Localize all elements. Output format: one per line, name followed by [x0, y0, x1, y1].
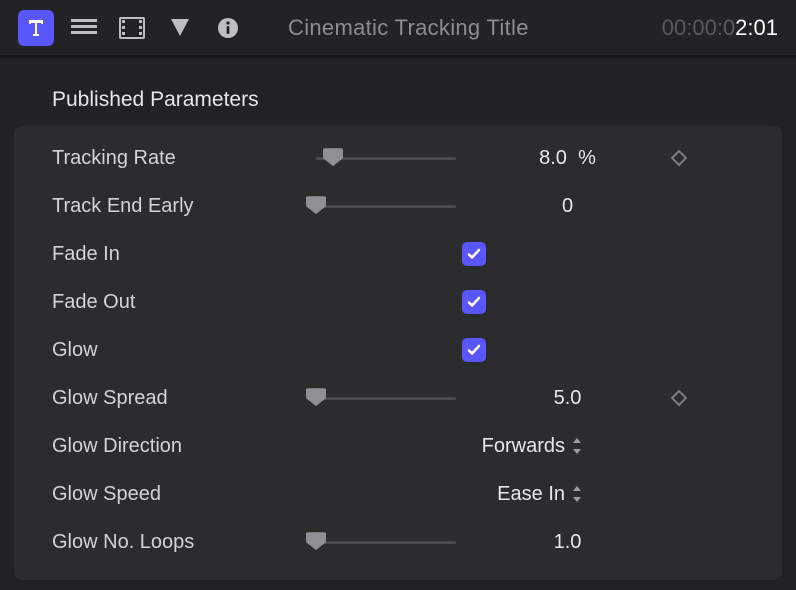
text-tab-icon [24, 16, 48, 40]
row-track-end-early: Track End Early 0 [52, 182, 756, 230]
info-tab-icon [216, 16, 240, 40]
slider-glow-loops[interactable] [316, 541, 476, 544]
paragraph-tab-icon [71, 18, 97, 38]
timecode: 00:00:02:01 [662, 15, 778, 41]
select-glow-speed[interactable]: Ease In [316, 483, 631, 506]
timecode-dim: 00:00:0 [662, 15, 735, 40]
value-glow-direction: Forwards [482, 435, 565, 458]
published-parameters-panel: Tracking Rate 8.0 % Track End Early 0 [14, 126, 782, 580]
slider-track-end-early[interactable] [316, 205, 476, 208]
check-icon [466, 246, 482, 262]
keyframe-glow-spread[interactable] [659, 390, 699, 406]
label-glow-spread: Glow Spread [52, 387, 302, 410]
row-glow-spread: Glow Spread 5.0 [52, 374, 756, 422]
label-tracking-rate: Tracking Rate [52, 147, 302, 170]
video-tab[interactable] [114, 10, 150, 46]
value-glow-spread[interactable]: 5.0 [490, 387, 645, 410]
check-icon [466, 342, 482, 358]
value-track-end-early[interactable]: 0 [490, 195, 645, 218]
row-glow-direction: Glow Direction Forwards [52, 422, 756, 470]
inspector-toolbar: Cinematic Tracking Title 00:00:02:01 [0, 0, 796, 58]
text-tab[interactable] [18, 10, 54, 46]
keyframe-icon [671, 150, 687, 166]
checkbox-glow[interactable] [462, 338, 486, 362]
slider-tracking-rate[interactable] [316, 157, 476, 160]
value-tracking-rate[interactable]: 8.0 % [490, 147, 645, 170]
inspector-title: Cinematic Tracking Title [288, 15, 650, 41]
section-title: Published Parameters [0, 58, 796, 126]
timecode-value: 2:01 [735, 15, 778, 40]
info-tab[interactable] [210, 10, 246, 46]
checkbox-fade-out[interactable] [462, 290, 486, 314]
row-tracking-rate: Tracking Rate 8.0 % [52, 134, 756, 182]
row-glow-speed: Glow Speed Ease In [52, 470, 756, 518]
label-track-end-early: Track End Early [52, 195, 302, 218]
row-fade-out: Fade Out [52, 278, 756, 326]
label-fade-in: Fade In [52, 243, 302, 266]
row-fade-in: Fade In [52, 230, 756, 278]
value-glow-speed: Ease In [497, 483, 565, 506]
stepper-icon [571, 437, 583, 455]
video-tab-icon [119, 17, 145, 39]
label-glow-speed: Glow Speed [52, 483, 302, 506]
label-glow: Glow [52, 339, 302, 362]
stepper-icon [571, 485, 583, 503]
label-glow-loops: Glow No. Loops [52, 531, 302, 554]
label-glow-direction: Glow Direction [52, 435, 302, 458]
slider-glow-spread[interactable] [316, 397, 476, 400]
keyframe-icon [671, 390, 687, 406]
label-fade-out: Fade Out [52, 291, 302, 314]
shape-tab-icon [168, 16, 192, 40]
value-glow-loops[interactable]: 1.0 [490, 531, 645, 554]
check-icon [466, 294, 482, 310]
row-glow: Glow [52, 326, 756, 374]
checkbox-fade-in[interactable] [462, 242, 486, 266]
keyframe-tracking-rate[interactable] [659, 150, 699, 166]
paragraph-tab[interactable] [66, 10, 102, 46]
select-glow-direction[interactable]: Forwards [316, 435, 631, 458]
row-glow-loops: Glow No. Loops 1.0 [52, 518, 756, 566]
shape-tab[interactable] [162, 10, 198, 46]
